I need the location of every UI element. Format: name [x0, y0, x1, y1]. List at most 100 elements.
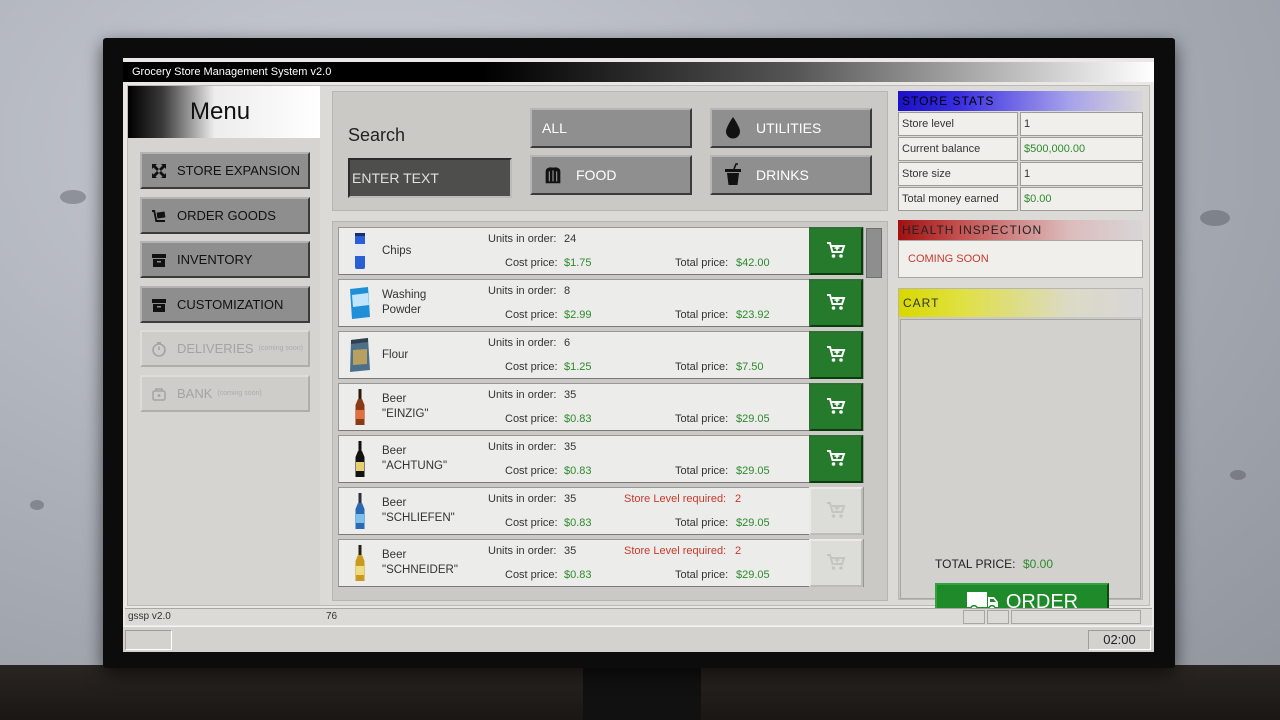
cost-label: Cost price: — [505, 361, 558, 373]
add-to-cart-button[interactable] — [809, 383, 863, 431]
menu-item-label: BANK — [177, 386, 213, 401]
units-value: 24 — [564, 233, 577, 245]
add-to-cart-button[interactable] — [809, 331, 863, 379]
washing-powder-icon — [347, 284, 373, 322]
add-to-cart-icon — [826, 501, 846, 522]
add-to-cart-button[interactable] — [809, 435, 863, 483]
units-label: Units in order: — [488, 233, 557, 245]
total-label: Total price: — [675, 361, 729, 373]
level-required-label: Store Level required: — [624, 545, 727, 557]
beer-bottle-blue-icon — [347, 492, 373, 530]
units-value: 6 — [564, 337, 571, 349]
units-label: Units in order: — [488, 285, 557, 297]
units-label: Units in order: — [488, 493, 557, 505]
menu-button-store-expansion[interactable]: STORE EXPANSION — [140, 152, 310, 189]
search-input[interactable] — [348, 158, 512, 198]
taskbar: 02:00 — [123, 626, 1154, 652]
menu-button-bank[interactable]: BANK (coming soon) — [140, 375, 310, 412]
stats-label: Total money earned — [898, 187, 1018, 211]
total-label: Total price: — [675, 257, 729, 269]
product-name: Chips — [382, 245, 412, 257]
cost-value: $0.83 — [564, 517, 592, 529]
add-to-cart-button[interactable] — [809, 227, 863, 275]
scrollbar-thumb[interactable] — [866, 228, 882, 278]
search-label: Search — [348, 125, 406, 145]
cost-label: Cost price: — [505, 309, 558, 321]
add-to-cart-button[interactable] — [809, 539, 863, 587]
category-button-food[interactable]: FOOD — [530, 155, 692, 195]
total-label: Total price: — [675, 517, 729, 529]
window-titlebar: Grocery Store Management System v2.0 — [123, 62, 1154, 82]
status-version: gssp v2.0 — [128, 611, 171, 622]
stats-value: 1 — [1020, 162, 1143, 186]
add-to-cart-icon — [826, 293, 846, 314]
product-row: Beer "SCHNEIDER" Units in order: 35 Store Le… — [338, 539, 864, 587]
menu-button-deliveries[interactable]: DELIVERIES (coming soon) — [140, 330, 310, 367]
coming-soon-note: (coming soon) — [258, 345, 303, 352]
total-value: $29.05 — [736, 569, 770, 581]
store-stats-title: STORE STATS — [898, 91, 1143, 111]
product-row: Beer "SCHLIEFEN" Units in order: 35 Store Le… — [338, 487, 864, 535]
units-label: Units in order: — [488, 545, 557, 557]
menu-item-label: DELIVERIES — [177, 341, 254, 356]
stats-label: Store level — [898, 112, 1018, 136]
cost-value: $1.25 — [564, 361, 592, 373]
status-bar: gssp v2.0 76 — [125, 608, 1152, 625]
start-button[interactable] — [125, 630, 172, 650]
menu-title: Menu — [190, 98, 251, 125]
level-required-value: 2 — [735, 545, 742, 557]
category-label: DRINKS — [756, 167, 809, 183]
total-value: $29.05 — [736, 465, 770, 477]
menu-button-customization[interactable]: CUSTOMIZATION — [140, 286, 310, 323]
product-name: Beer "SCHLIEFEN" — [382, 497, 455, 524]
beer-bottle-yellow-icon — [347, 440, 373, 478]
stats-row: Current balance $500,000.00 — [898, 137, 1143, 161]
cost-label: Cost price: — [505, 413, 558, 425]
category-button-all[interactable]: ALL — [530, 108, 692, 148]
units-value: 8 — [564, 285, 571, 297]
menu-button-inventory[interactable]: INVENTORY — [140, 241, 310, 278]
app-window: Menu STORE EXPANSION ORDER GOODS INVENTO… — [127, 85, 1150, 621]
product-row: Washing Powder Units in order: 8 Cost price:… — [338, 279, 864, 327]
timer-icon — [150, 340, 168, 358]
total-value: $29.05 — [736, 517, 770, 529]
bank-icon — [150, 385, 168, 403]
menu-button-order-goods[interactable]: ORDER GOODS — [140, 197, 310, 234]
status-count: 76 — [326, 611, 338, 622]
status-cell — [1011, 610, 1141, 624]
health-inspection-title: HEALTH INSPECTION — [898, 220, 1143, 240]
units-value: 35 — [564, 545, 577, 557]
category-button-utilities[interactable]: UTILITIES — [710, 108, 872, 148]
stats-row: Store size 1 — [898, 162, 1143, 186]
menu-item-label: ORDER GOODS — [177, 208, 276, 223]
inventory-box-icon — [150, 251, 168, 269]
cost-value: $2.99 — [564, 309, 592, 321]
menu-item-label: CUSTOMIZATION — [177, 297, 284, 312]
product-row: Flour Units in order: 6 Cost price: $1.25 Tot… — [338, 331, 864, 379]
chips-can-icon — [347, 232, 373, 270]
cart-title: CART — [899, 289, 1142, 317]
units-label: Units in order: — [488, 337, 557, 349]
add-to-cart-button[interactable] — [809, 487, 863, 535]
stats-value: $500,000.00 — [1020, 137, 1143, 161]
add-to-cart-button[interactable] — [809, 279, 863, 327]
cart-panel: CART TOTAL PRICE: $0.00 ORDER — [898, 288, 1143, 621]
level-required-value: 2 — [735, 493, 742, 505]
total-value: $42.00 — [736, 257, 770, 269]
monitor-screen: Grocery Store Management System v2.0 Men… — [123, 58, 1154, 652]
cost-label: Cost price: — [505, 257, 558, 269]
product-name: Beer "ACHTUNG" — [382, 445, 448, 472]
product-list: Chips Units in order: 24 Cost price: $1.75 To… — [332, 221, 888, 601]
menu-panel: Menu STORE EXPANSION ORDER GOODS INVENTO… — [128, 86, 320, 605]
beer-bottle-red-icon — [347, 388, 373, 426]
total-label: Total price: — [675, 465, 729, 477]
cost-label: Cost price: — [505, 517, 558, 529]
stats-value: $0.00 — [1020, 187, 1143, 211]
stats-label: Store size — [898, 162, 1018, 186]
total-value: $23.92 — [736, 309, 770, 321]
stats-value: 1 — [1020, 112, 1143, 136]
menu-header: Menu — [128, 86, 320, 138]
category-button-drinks[interactable]: DRINKS — [710, 155, 872, 195]
cost-label: Cost price: — [505, 569, 558, 581]
add-to-cart-icon — [826, 241, 846, 262]
